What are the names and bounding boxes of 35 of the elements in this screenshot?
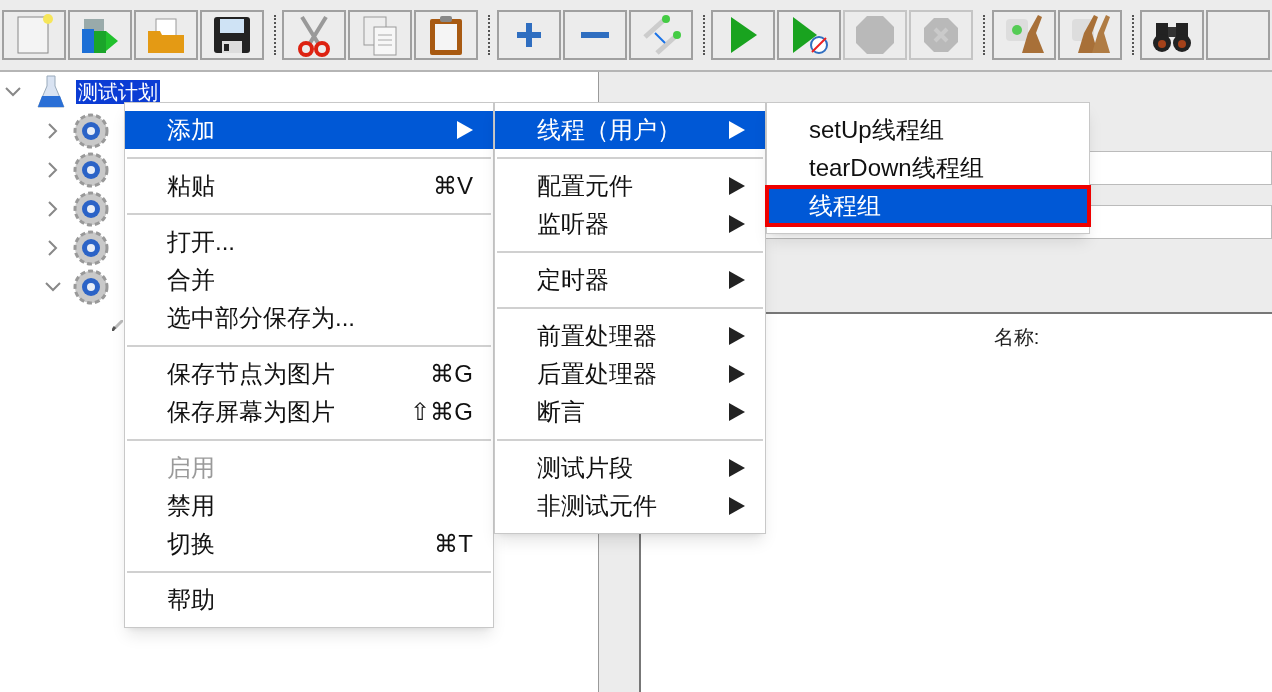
minus-icon xyxy=(580,31,609,39)
gear-icon xyxy=(73,229,109,266)
menu-item[interactable]: 非测试元件 xyxy=(495,487,765,525)
menu-item[interactable]: setUp线程组 xyxy=(767,111,1089,149)
tree-item-label[interactable]: 测试计划 xyxy=(76,79,160,104)
menu-item[interactable]: 监听器 xyxy=(495,205,765,243)
toolbar-button[interactable] xyxy=(200,10,264,60)
menu-item[interactable]: 添加 xyxy=(125,111,493,149)
menu-item[interactable]: 切换 ⌘T xyxy=(125,525,493,563)
menu-item[interactable]: 前置处理器 xyxy=(495,317,765,355)
menu-item[interactable]: 选中部分保存为... xyxy=(125,299,493,337)
column-header: 名称: xyxy=(993,325,1040,350)
menu-item[interactable]: 定时器 xyxy=(495,261,765,299)
menu-item[interactable]: 合并 xyxy=(125,261,493,299)
menu-item[interactable]: 禁用 xyxy=(125,487,493,525)
gear-icon xyxy=(73,112,109,149)
menu-item[interactable]: tearDown线程组 xyxy=(767,149,1089,187)
menu-item[interactable]: 保存节点为图片 ⌘G xyxy=(125,355,493,393)
menu-item[interactable]: 帮助 xyxy=(125,581,493,619)
menu-item[interactable]: 打开... xyxy=(125,223,493,261)
menu-item[interactable]: 线程（用户） xyxy=(495,111,765,149)
gear-icon xyxy=(73,190,109,227)
gear-icon xyxy=(73,151,109,188)
menu-item[interactable]: 线程组 xyxy=(767,187,1089,225)
gear-icon xyxy=(73,268,109,305)
menu-item[interactable]: 保存屏幕为图片 ⇧⌘G xyxy=(125,393,493,431)
new-file-icon xyxy=(14,13,54,57)
pencil-icon xyxy=(112,320,123,331)
menu-item[interactable]: 断言 xyxy=(495,393,765,431)
flask-icon xyxy=(36,73,66,110)
menu-item[interactable]: 测试片段 xyxy=(495,449,765,487)
menu-item[interactable]: 配置元件 xyxy=(495,167,765,205)
toolbar-button[interactable] xyxy=(1140,10,1205,60)
menu-item[interactable]: 粘贴 ⌘V xyxy=(125,167,493,205)
menu-item[interactable]: 后置处理器 xyxy=(495,355,765,393)
